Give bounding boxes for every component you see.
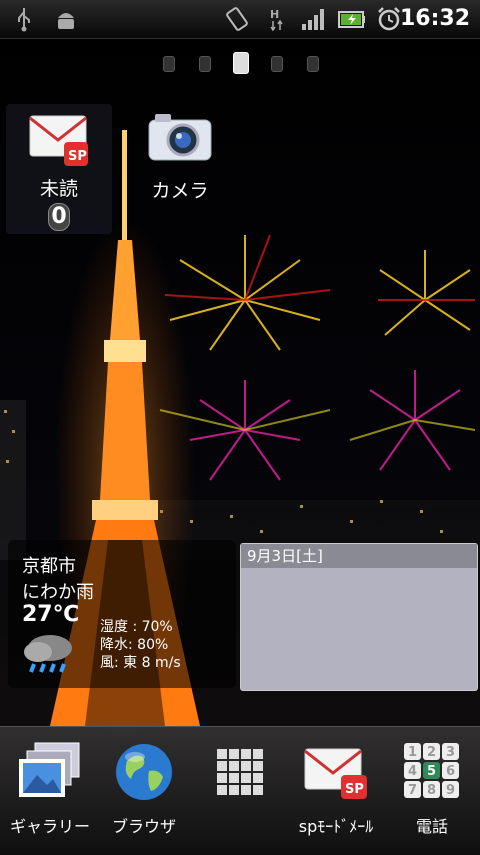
page-indicator[interactable] — [0, 52, 480, 74]
svg-text:H: H — [270, 8, 279, 21]
sp-mail-label: spﾓｰﾄﾞﾒｰﾙ — [298, 817, 374, 836]
page-dot-active[interactable] — [233, 52, 249, 74]
weather-temperature: 27℃ — [22, 602, 80, 627]
alarm-icon — [378, 7, 400, 31]
page-dot[interactable] — [307, 56, 319, 72]
dialpad-key: 1 — [408, 745, 417, 760]
weather-precipitation: 降水: 80% — [100, 637, 169, 653]
unread-count-badge: 0 — [48, 203, 70, 231]
app-dock[interactable]: ギャラリー ブラウザ SP spﾓｰﾄﾞﾒｰﾙ 1 2 3 4 5 6 7 8 … — [0, 726, 480, 855]
dialpad-key: 5 — [427, 764, 436, 779]
dialpad-key: 4 — [408, 764, 417, 779]
dialpad-key: 9 — [446, 783, 455, 798]
rain-cloud-icon — [24, 635, 72, 673]
unread-label: 未読 — [39, 178, 78, 200]
camera-label: カメラ — [151, 180, 209, 202]
page-dot[interactable] — [199, 56, 211, 72]
dialpad-key: 6 — [446, 764, 455, 779]
globe-icon — [116, 744, 172, 800]
svg-text:SP: SP — [68, 149, 87, 164]
calendar-date: 9月3日[土] — [241, 544, 477, 568]
dialpad-key: 2 — [427, 745, 436, 760]
svg-text:SP: SP — [345, 782, 364, 797]
sp-mail-icon: SP — [304, 748, 367, 799]
weather-humidity: 湿度 : 70% — [100, 619, 173, 635]
rotate-icon — [226, 7, 248, 31]
gallery-app[interactable]: ギャラリー — [0, 741, 100, 837]
page-dot[interactable] — [163, 56, 175, 72]
dialpad-icon: 1 2 3 4 5 6 7 8 9 — [404, 743, 459, 798]
app-drawer-button[interactable] — [190, 741, 290, 799]
page-dot[interactable] — [271, 56, 283, 72]
battery-icon — [338, 11, 365, 28]
signal-icon — [302, 9, 324, 30]
usb-icon — [18, 8, 30, 32]
dialpad-key: 7 — [408, 783, 417, 798]
status-bar[interactable]: H 16:32 — [0, 0, 480, 39]
weather-wind: 風: 東 8 m/s — [100, 655, 181, 671]
gallery-label: ギャラリー — [9, 817, 90, 836]
app-drawer-grid-icon — [217, 749, 263, 795]
camera-app[interactable]: カメラ — [136, 104, 224, 203]
gallery-icon — [19, 742, 80, 797]
weather-condition: にわか雨 — [22, 582, 94, 603]
phone-app[interactable]: 1 2 3 4 5 6 7 8 9 電話 — [382, 741, 480, 837]
hsdpa-icon: H — [270, 8, 283, 32]
weather-widget[interactable]: 京都市 にわか雨 27℃ 湿度 : 70% 降水: 80% 風: 東 8 m/s — [8, 540, 236, 688]
browser-app[interactable]: ブラウザ — [94, 741, 194, 837]
browser-label: ブラウザ — [111, 817, 176, 836]
dialpad-key: 8 — [427, 783, 436, 798]
calendar-widget[interactable]: 9月3日[土] — [240, 543, 478, 691]
camera-icon — [148, 114, 212, 161]
phone-label: 電話 — [415, 817, 448, 836]
weather-city: 京都市 — [22, 556, 76, 577]
android-debug-icon — [58, 13, 74, 29]
dialpad-key: 3 — [446, 745, 455, 760]
mail-icon: SP — [29, 115, 88, 166]
unread-mail-widget[interactable]: SP 未読 0 — [6, 104, 112, 234]
sp-mail-app[interactable]: SP spﾓｰﾄﾞﾒｰﾙ — [286, 741, 386, 837]
status-time: 16:32 — [399, 6, 470, 31]
